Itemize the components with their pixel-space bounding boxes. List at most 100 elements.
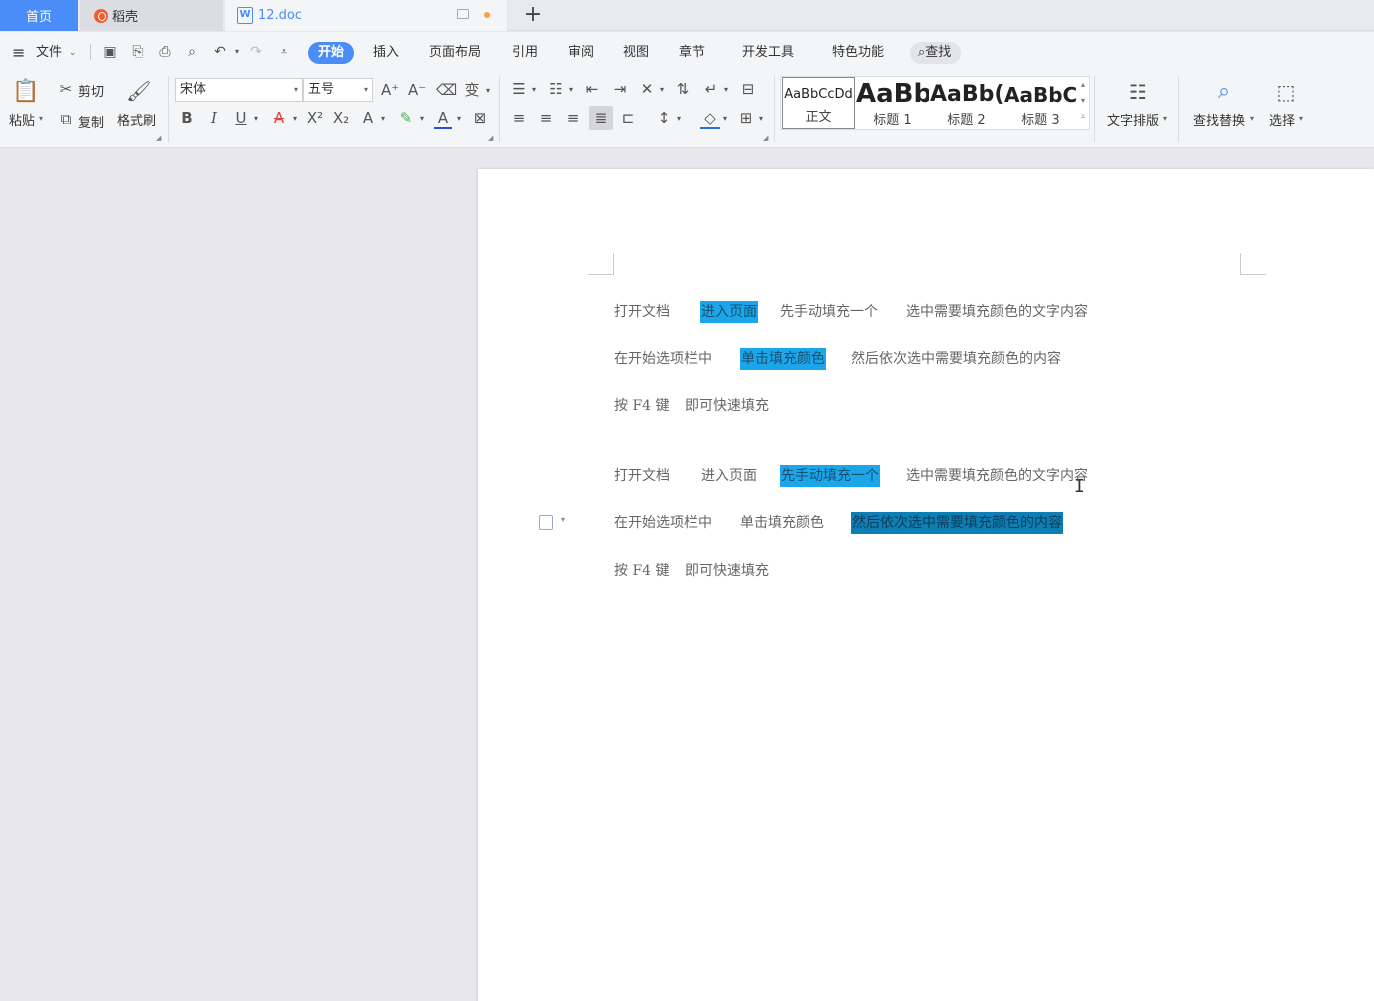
align-right-icon[interactable]: ≡ (564, 109, 582, 127)
menu-tab-section[interactable]: 章节 (679, 42, 705, 64)
paragraph-line[interactable]: 打开文档 进入页面 先手动填充一个 选中需要填充颜色的文字内容 (614, 465, 1088, 487)
find-replace-button[interactable]: 查找替换 (1193, 110, 1245, 129)
shading-icon[interactable]: ◇ (700, 109, 720, 129)
paragraph-line[interactable]: 按 F4 键 即可快速填充 (614, 560, 769, 582)
paste-dropdown-icon[interactable]: ▾ (39, 114, 43, 123)
bold-button[interactable]: B (179, 109, 195, 127)
tab-daoke[interactable]: 稻壳 (80, 0, 223, 31)
styles-more-icon[interactable]: ⩡ (1077, 109, 1089, 125)
distributed-align-icon[interactable]: ⊏ (619, 109, 637, 127)
style-heading-1[interactable]: AaBb 标题 1 (856, 77, 929, 129)
underline-dropdown-icon[interactable]: ▾ (252, 110, 260, 128)
style-normal[interactable]: AaBbCcDd 正文 (782, 77, 855, 129)
superscript-icon[interactable]: X² (305, 109, 325, 127)
phonetic-guide-icon[interactable]: 变 (463, 81, 481, 99)
underline-button[interactable]: U (232, 109, 250, 127)
find-replace-icon[interactable]: ⌕ (1210, 78, 1238, 106)
subscript-icon[interactable]: X₂ (331, 109, 351, 127)
sort-icon[interactable]: ⇅ (674, 80, 692, 98)
search-button[interactable]: ⌕查找 (910, 42, 962, 64)
font-color-icon[interactable]: A (434, 109, 452, 129)
customize-toolbar-icon[interactable]: ⩡ (276, 44, 292, 60)
print-preview-icon[interactable]: ⌕ (184, 44, 200, 60)
strikethrough-dropdown-icon[interactable]: ▾ (291, 110, 299, 128)
new-tab-button[interactable]: + (522, 2, 544, 28)
menu-tab-start[interactable]: 开始 (308, 42, 355, 64)
grow-font-icon[interactable]: A⁺ (381, 81, 399, 99)
hamburger-icon[interactable]: ≡ (12, 42, 25, 64)
paste-icon[interactable]: 📋 (12, 78, 40, 106)
font-color-dropdown-icon[interactable]: ▾ (455, 110, 463, 128)
text-effect-dropdown-icon[interactable]: ▾ (379, 110, 387, 128)
increase-indent-icon[interactable]: ⇥ (611, 80, 629, 98)
menu-tab-references[interactable]: 引用 (512, 42, 538, 64)
numbered-list-icon[interactable]: ☷ (547, 80, 565, 98)
undo-icon[interactable]: ↶ (212, 44, 228, 60)
paragraph-handle-dropdown-icon[interactable]: ▾ (561, 515, 565, 524)
highlight-dropdown-icon[interactable]: ▾ (418, 110, 426, 128)
shading-dropdown-icon[interactable]: ▾ (721, 110, 729, 128)
scissors-icon[interactable]: ✂ (57, 80, 75, 98)
align-center-icon[interactable]: ≡ (537, 109, 555, 127)
chinese-layout-icon[interactable]: ✕ (638, 80, 656, 98)
character-border-icon[interactable]: ⊠ (471, 109, 489, 127)
bullet-list-dropdown-icon[interactable]: ▾ (530, 81, 538, 99)
borders-dropdown-icon[interactable]: ▾ (757, 110, 765, 128)
select-cursor-icon[interactable]: ⬚ (1272, 78, 1300, 106)
align-left-icon[interactable]: ≡ (510, 109, 528, 127)
monitor-icon[interactable] (457, 9, 469, 19)
format-painter-icon[interactable]: 🖌 (126, 78, 151, 104)
numbered-list-dropdown-icon[interactable]: ▾ (567, 81, 575, 99)
tab-home[interactable]: 首页 (0, 0, 78, 31)
show-marks-dropdown-icon[interactable]: ▾ (722, 81, 730, 99)
decrease-indent-icon[interactable]: ⇤ (583, 80, 601, 98)
select-button[interactable]: 选择 (1269, 110, 1295, 129)
file-menu[interactable]: 文件 (36, 42, 62, 64)
save-icon[interactable]: ▣ (102, 44, 118, 60)
paragraph-handle-icon[interactable] (539, 515, 553, 530)
format-painter-button[interactable]: 格式刷 (117, 110, 156, 129)
font-dialog-launcher[interactable]: ◢ (488, 134, 493, 142)
tab-stops-icon[interactable]: ⊟ (738, 80, 758, 98)
select-dropdown-icon[interactable]: ▾ (1299, 114, 1303, 123)
styles-scroll-up-icon[interactable]: ▴ (1077, 77, 1089, 93)
text-effect-icon[interactable]: A (359, 109, 377, 127)
paragraph-line[interactable]: 打开文档 进入页面 先手动填充一个 选中需要填充颜色的文字内容 (614, 301, 1088, 323)
text-layout-button[interactable]: 文字排版 (1107, 110, 1159, 129)
menu-tab-developer[interactable]: 开发工具 (742, 42, 794, 64)
print-icon[interactable]: ⎙ (157, 44, 173, 60)
menu-tab-insert[interactable]: 插入 (373, 42, 399, 64)
tab-document[interactable]: W 12.doc (225, 0, 507, 31)
style-heading-3[interactable]: AaBbC 标题 3 (1004, 77, 1077, 129)
font-name-select[interactable]: 宋体 ▾ (175, 78, 303, 102)
line-spacing-icon[interactable]: ↕ (655, 109, 673, 127)
line-spacing-dropdown-icon[interactable]: ▾ (675, 110, 683, 128)
redo-icon[interactable]: ↷ (248, 44, 264, 60)
undo-dropdown-icon[interactable]: ▾ (229, 44, 245, 60)
bullet-list-icon[interactable]: ☰ (510, 80, 528, 98)
font-size-select[interactable]: 五号 ▾ (303, 78, 373, 102)
copy-icon[interactable]: ⧉ (57, 110, 75, 128)
menu-tab-page-layout[interactable]: 页面布局 (429, 42, 481, 64)
export-pdf-icon[interactable]: ⎘ (130, 44, 146, 60)
strikethrough-icon[interactable]: A (270, 109, 288, 127)
paste-button[interactable]: 粘贴 (9, 110, 35, 129)
italic-button[interactable]: I (206, 109, 222, 127)
highlight-pen-icon[interactable]: ✎ (397, 109, 415, 127)
styles-scroll[interactable]: ▴ ▾ ⩡ (1077, 77, 1089, 129)
document-page[interactable]: 打开文档 进入页面 先手动填充一个 选中需要填充颜色的文字内容 在开始选项栏中 … (478, 169, 1374, 1001)
menu-tab-features[interactable]: 特色功能 (832, 42, 884, 64)
paragraph-line[interactable]: 在开始选项栏中 单击填充颜色 然后依次选中需要填充颜色的内容 (614, 512, 1063, 534)
file-chevron-down-icon[interactable]: ⌄ (69, 42, 77, 64)
text-layout-dropdown-icon[interactable]: ▾ (1163, 114, 1167, 123)
show-marks-icon[interactable]: ↵ (702, 80, 720, 98)
styles-scroll-down-icon[interactable]: ▾ (1077, 93, 1089, 109)
chinese-layout-dropdown-icon[interactable]: ▾ (658, 81, 666, 99)
borders-icon[interactable]: ⊞ (737, 109, 755, 127)
style-heading-2[interactable]: AaBb( 标题 2 (930, 77, 1003, 129)
paragraph-dialog-launcher[interactable]: ◢ (763, 134, 768, 142)
text-layout-icon[interactable]: ☷ (1124, 78, 1152, 106)
menu-tab-view[interactable]: 视图 (623, 42, 649, 64)
paragraph-line[interactable]: 按 F4 键 即可快速填充 (614, 395, 769, 417)
clear-format-icon[interactable]: ⌫ (436, 81, 457, 99)
